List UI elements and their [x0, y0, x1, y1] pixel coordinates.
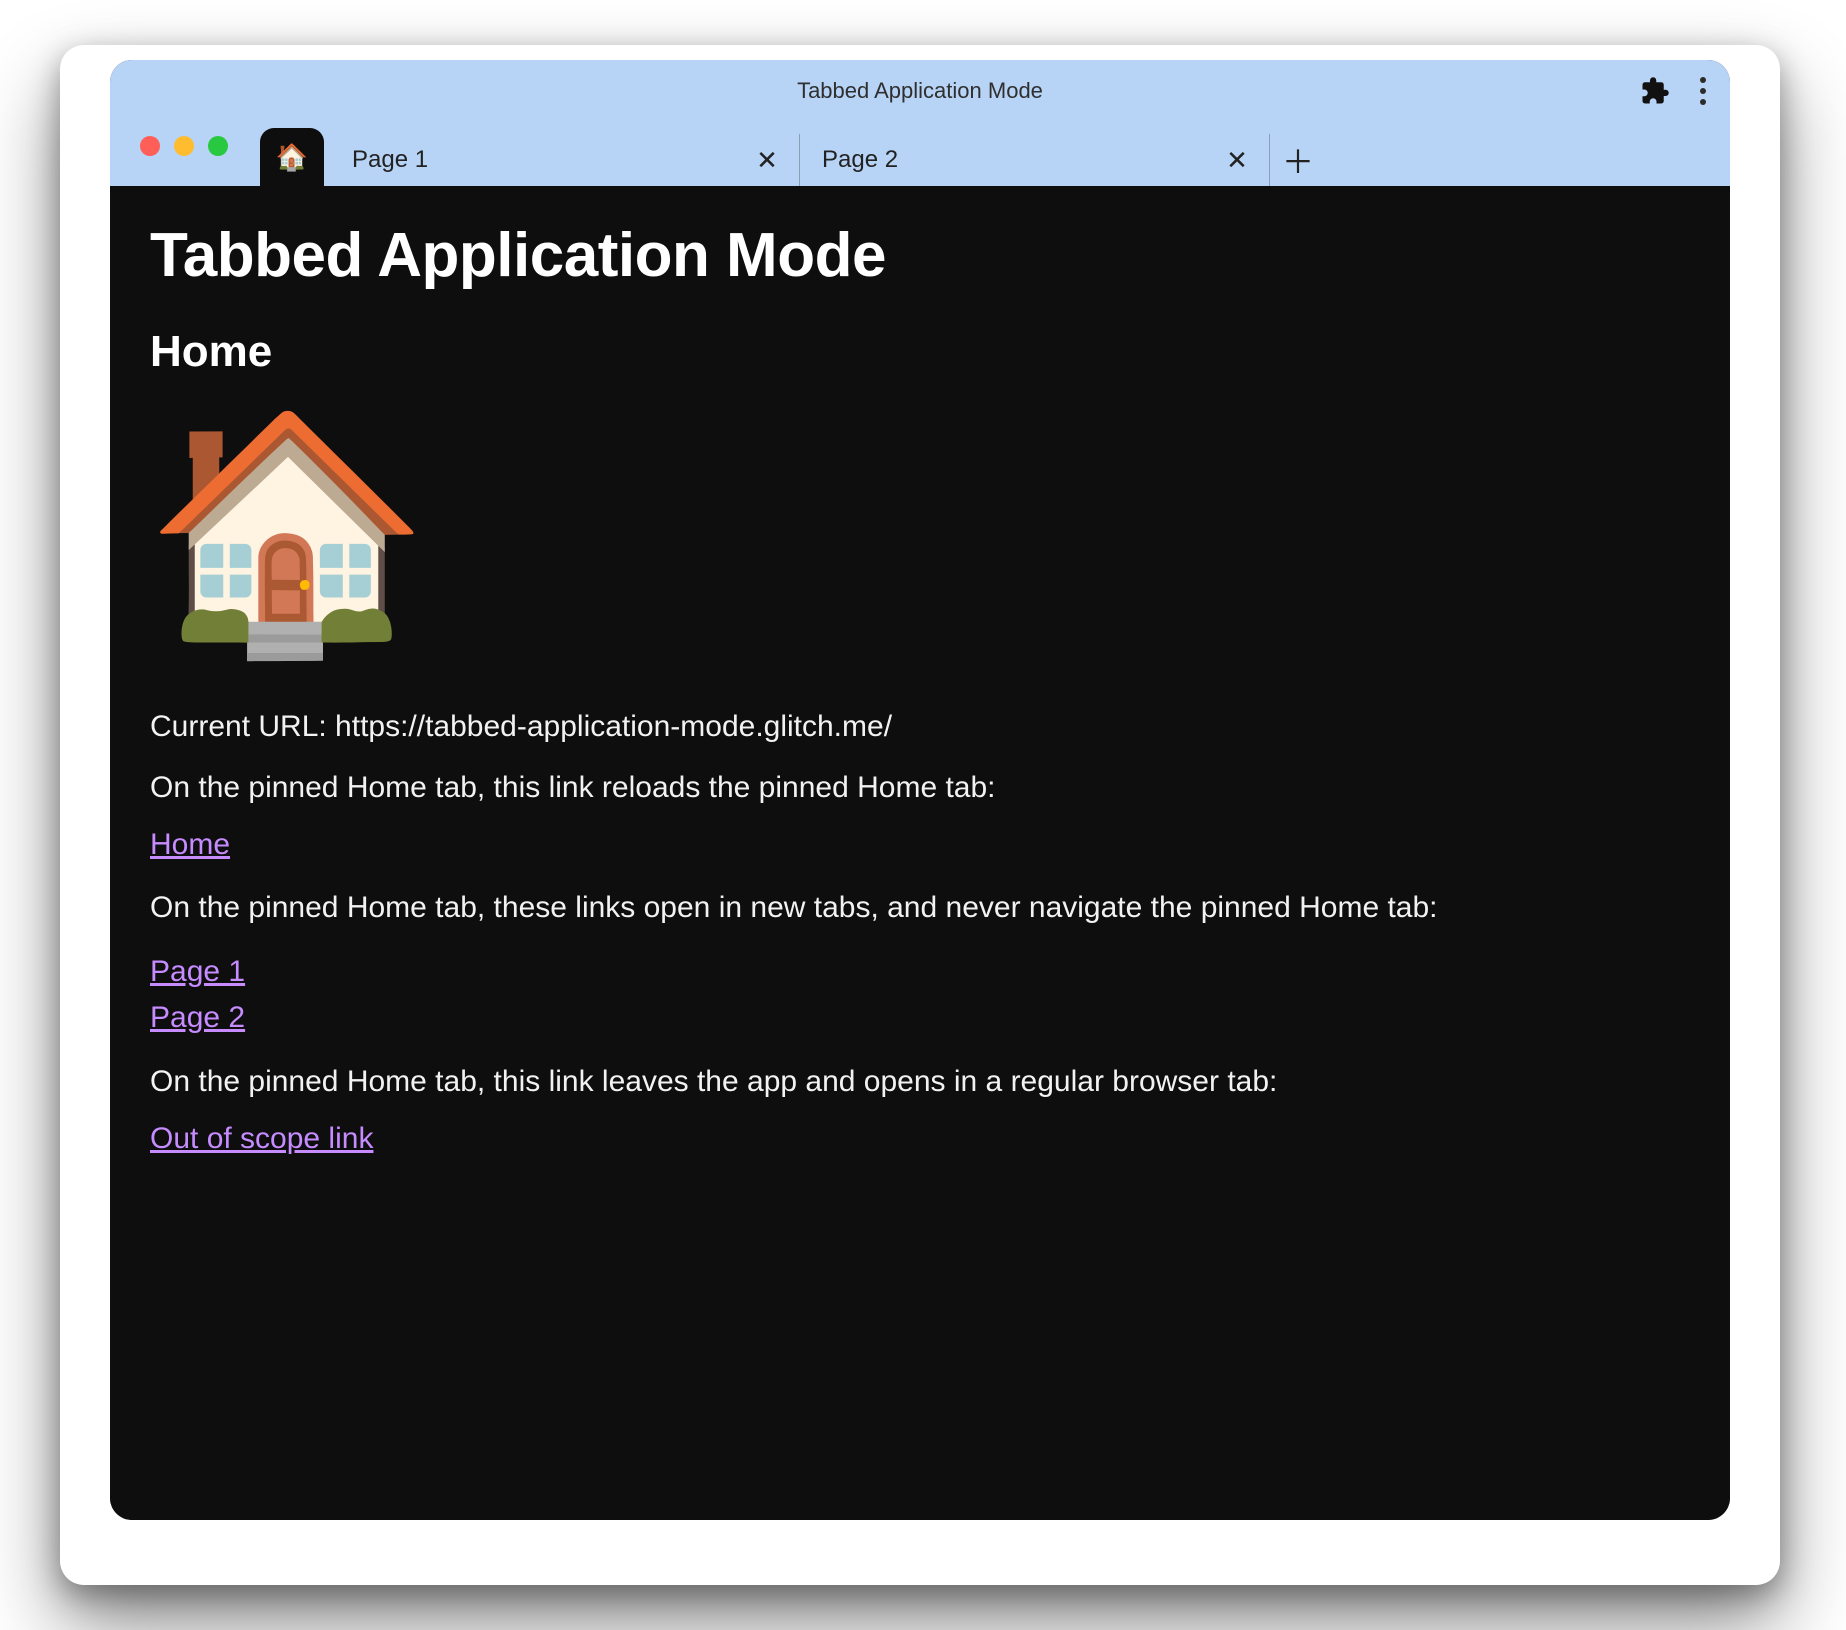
app-window: Tabbed Application Mode 🏠 Page — [110, 60, 1730, 1520]
tab-page-1[interactable]: Page 1 ✕ — [330, 134, 800, 186]
window-controls — [140, 136, 228, 156]
close-window-button[interactable] — [140, 136, 160, 156]
link-page-2[interactable]: Page 2 — [150, 995, 1690, 1042]
paragraph-newtabs: On the pinned Home tab, these links open… — [150, 888, 1690, 929]
close-tab-icon[interactable]: ✕ — [1223, 146, 1251, 174]
window-title: Tabbed Application Mode — [110, 78, 1730, 104]
tab-label: Page 1 — [352, 146, 739, 174]
paragraph-outofscope: On the pinned Home tab, this link leaves… — [150, 1062, 1690, 1103]
section-heading: Home — [150, 327, 1690, 377]
tab-label: Page 2 — [822, 146, 1209, 174]
extensions-icon[interactable] — [1640, 76, 1670, 106]
maximize-window-button[interactable] — [208, 136, 228, 156]
tab-page-2[interactable]: Page 2 ✕ — [800, 134, 1270, 186]
home-icon: 🏠 — [276, 144, 308, 170]
new-tab-button[interactable]: ＋ — [1270, 134, 1326, 186]
close-tab-icon[interactable]: ✕ — [753, 146, 781, 174]
minimize-window-button[interactable] — [174, 136, 194, 156]
paragraph-reload: On the pinned Home tab, this link reload… — [150, 768, 1690, 809]
page-title: Tabbed Application Mode — [150, 220, 1690, 291]
tabstrip: 🏠 Page 1 ✕ Page 2 ✕ ＋ — [110, 122, 1730, 186]
titlebar: Tabbed Application Mode — [110, 60, 1730, 122]
pinned-home-tab[interactable]: 🏠 — [260, 128, 324, 186]
page-content: Tabbed Application Mode Home 🏠 Current U… — [110, 186, 1730, 1520]
link-list: Page 1 Page 2 — [150, 949, 1690, 1042]
link-out-of-scope[interactable]: Out of scope link — [150, 1122, 1690, 1156]
link-page-1[interactable]: Page 1 — [150, 949, 1690, 996]
menu-icon[interactable] — [1694, 71, 1712, 111]
house-icon: 🏠 — [144, 417, 1690, 647]
current-url-text: Current URL: https://tabbed-application-… — [150, 707, 1690, 748]
link-home[interactable]: Home — [150, 828, 1690, 862]
